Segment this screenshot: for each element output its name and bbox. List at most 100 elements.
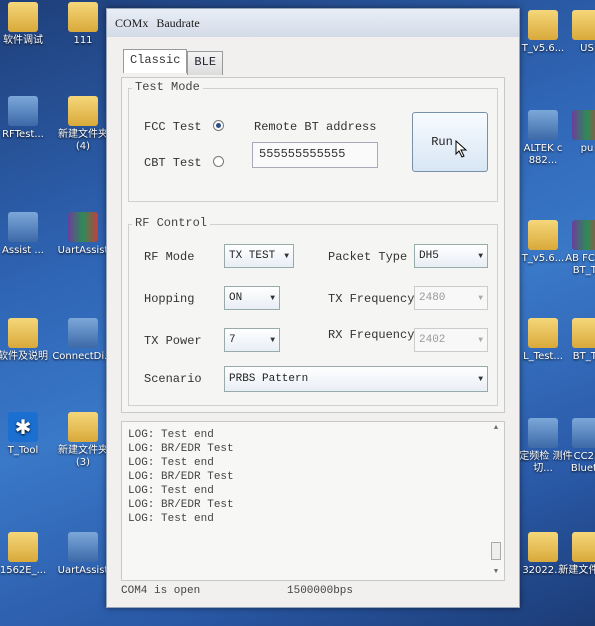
- desktop-icon[interactable]: ConnectDi...: [52, 318, 114, 363]
- desktop-icon[interactable]: 新建文件夹 (4): [52, 96, 114, 153]
- tx-frequency-value: 2480: [419, 292, 446, 304]
- packet-type-label: Packet Type: [328, 250, 408, 264]
- folder-icon: [528, 10, 558, 40]
- packet-type-value: DH5: [419, 250, 439, 262]
- rf-mode-select[interactable]: TX TEST ▼: [224, 244, 294, 268]
- chevron-down-icon: ▼: [270, 335, 275, 345]
- rx-frequency-value: 2402: [419, 334, 446, 346]
- desktop-icon[interactable]: 1562E_...: [0, 532, 54, 577]
- folder-icon: [572, 10, 595, 40]
- desktop-icon[interactable]: 软件调试: [0, 2, 54, 47]
- desktop-icon[interactable]: pu: [556, 110, 595, 155]
- chevron-down-icon: ▼: [478, 374, 483, 384]
- scroll-up-icon[interactable]: ▲: [490, 424, 502, 432]
- scroll-down-icon[interactable]: ▼: [490, 568, 502, 576]
- desktop-icon[interactable]: 新建文件 (7): [556, 532, 595, 577]
- folder-icon: [572, 532, 595, 562]
- app-icon: [572, 418, 595, 448]
- cbt-test-radio[interactable]: CBT Test: [144, 156, 224, 170]
- app-icon: [528, 418, 558, 448]
- desktop-icon[interactable]: 新建文件夹 (3): [52, 412, 114, 469]
- baudrate-text: 1500000bps: [287, 585, 354, 597]
- app-icon: [68, 318, 98, 348]
- desktop-icon[interactable]: BT_To: [556, 318, 595, 363]
- log-line: LOG: Test end: [128, 457, 214, 469]
- desktop-icon[interactable]: UartAssist: [52, 532, 114, 577]
- remote-address-input[interactable]: 555555555555: [252, 142, 378, 168]
- tx-frequency-label: TX Frequency: [328, 292, 415, 306]
- folder-icon: [68, 96, 98, 126]
- rx-frequency-select[interactable]: 2402 ▼: [414, 328, 488, 352]
- chevron-down-icon: ▼: [478, 251, 483, 261]
- cursor-icon: [455, 140, 468, 158]
- log-panel[interactable]: LOG: Test end LOG: BR/EDR Test LOG: Test…: [121, 421, 505, 581]
- bluetooth-icon: ✱: [8, 412, 38, 442]
- scrollbar-thumb[interactable]: [491, 542, 501, 560]
- folder-icon: [528, 532, 558, 562]
- tx-power-label: TX Power: [144, 334, 202, 348]
- run-button[interactable]: Run: [412, 112, 488, 172]
- hopping-value: ON: [229, 292, 243, 304]
- app-window: COMx Baudrate Classic BLE Test Mode FCC …: [106, 8, 520, 608]
- run-button-label: Run: [431, 135, 453, 149]
- scenario-value: PRBS Pattern: [229, 373, 309, 385]
- chevron-down-icon: ▼: [478, 293, 483, 303]
- tx-power-value: 7: [229, 334, 236, 346]
- tab-bar: Classic BLE: [123, 49, 224, 75]
- packet-type-select[interactable]: DH5 ▼: [414, 244, 488, 268]
- folder-icon: [528, 220, 558, 250]
- folder-icon: [68, 412, 98, 442]
- rf-mode-value: TX TEST: [229, 250, 276, 262]
- rar-icon: [572, 110, 595, 140]
- desktop-icon[interactable]: US: [556, 10, 595, 55]
- radio-selected-icon: [212, 120, 224, 131]
- desktop-icon[interactable]: CC25 Blueto: [556, 418, 595, 475]
- folder-icon: [68, 2, 98, 32]
- fcc-test-label: FCC Test: [144, 120, 202, 134]
- chevron-down-icon: ▼: [284, 251, 289, 261]
- menu-comx[interactable]: COMx: [115, 16, 148, 31]
- tab-classic[interactable]: Classic: [123, 49, 188, 73]
- hopping-select[interactable]: ON ▼: [224, 286, 280, 310]
- app-icon: [8, 96, 38, 126]
- tab-ble[interactable]: BLE: [187, 51, 224, 75]
- app-icon: [528, 110, 558, 140]
- rar-icon: [572, 220, 595, 250]
- desktop-icon[interactable]: RFTest...: [0, 96, 54, 141]
- rar-icon: [68, 212, 98, 242]
- log-line: LOG: BR/EDR Test: [128, 499, 234, 511]
- desktop-icon[interactable]: 软件及说明: [0, 318, 54, 363]
- window-content: Classic BLE Test Mode FCC Test CBT Test …: [107, 37, 519, 607]
- tx-frequency-select[interactable]: 2480 ▼: [414, 286, 488, 310]
- folder-icon: [8, 318, 38, 348]
- desktop-icon[interactable]: UartAssist: [52, 212, 114, 257]
- scenario-select[interactable]: PRBS Pattern ▼: [224, 366, 488, 392]
- menu-baudrate[interactable]: Baudrate: [156, 16, 199, 31]
- desktop-icon[interactable]: Assist ...: [0, 212, 54, 257]
- desktop-icon[interactable]: ✱ T_Tool: [0, 412, 54, 457]
- chevron-down-icon: ▼: [270, 293, 275, 303]
- log-line: LOG: Test end: [128, 429, 214, 441]
- folder-icon: [8, 532, 38, 562]
- log-scrollbar[interactable]: ▲ ▼: [490, 424, 502, 578]
- test-mode-title: Test Mode: [132, 80, 203, 94]
- folder-icon: [528, 318, 558, 348]
- remote-address-label: Remote BT address: [254, 120, 377, 134]
- fcc-test-radio[interactable]: FCC Test: [144, 120, 224, 134]
- log-lines: LOG: Test end LOG: BR/EDR Test LOG: Test…: [122, 422, 504, 526]
- hopping-label: Hopping: [144, 292, 195, 306]
- status-text: COM4 is open: [121, 585, 201, 597]
- tx-power-select[interactable]: 7 ▼: [224, 328, 280, 352]
- rf-mode-label: RF Mode: [144, 250, 195, 264]
- folder-icon: [8, 2, 38, 32]
- desktop-icon[interactable]: 111: [52, 2, 114, 47]
- rf-control-title: RF Control: [132, 216, 211, 230]
- app-icon: [68, 532, 98, 562]
- radio-unselected-icon: [212, 156, 224, 167]
- cbt-test-label: CBT Test: [144, 156, 202, 170]
- app-icon: [8, 212, 38, 242]
- menu-bar: COMx Baudrate: [107, 9, 519, 37]
- log-line: LOG: Test end: [128, 485, 214, 497]
- desktop-icon[interactable]: AB FCC -BT_To: [556, 220, 595, 277]
- log-line: LOG: BR/EDR Test: [128, 443, 234, 455]
